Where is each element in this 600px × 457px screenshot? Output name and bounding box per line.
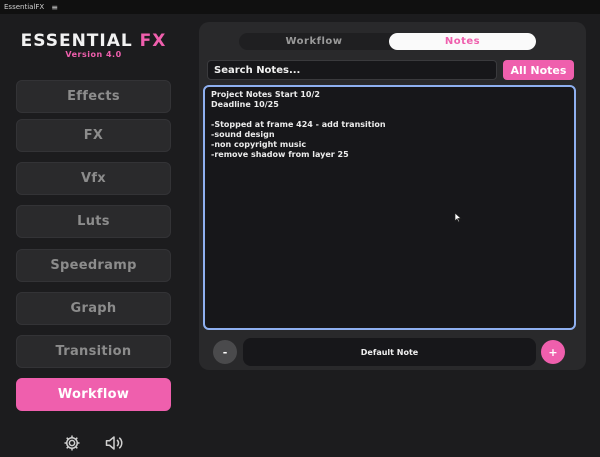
search-input[interactable]: Search Notes... xyxy=(207,60,497,80)
tab-workflow[interactable]: Workflow xyxy=(239,33,389,50)
sidebar-footer xyxy=(63,434,125,452)
window-title: EssentialFX xyxy=(4,3,45,11)
all-notes-button[interactable]: All Notes xyxy=(503,60,574,80)
note-name-field[interactable]: Default Note xyxy=(243,338,536,366)
sidebar-item-graph[interactable]: Graph xyxy=(16,292,171,325)
brand-logo: ESSENTIAL FX xyxy=(0,31,187,51)
text-cursor-icon xyxy=(454,208,462,227)
sidebar: ESSENTIAL FX Version 4.0 Effects FX Vfx … xyxy=(0,14,187,457)
note-line: -Stopped at frame 424 - add transition xyxy=(211,120,386,129)
sidebar-item-effects[interactable]: Effects xyxy=(16,80,171,113)
notes-textarea[interactable]: Project Notes Start 10/2 Deadline 10/25 -S… xyxy=(203,85,576,330)
sidebar-item-fx[interactable]: FX xyxy=(16,119,171,152)
speaker-icon[interactable] xyxy=(103,434,125,452)
title-bar: EssentialFX ≡ xyxy=(0,0,600,14)
note-line: Project Notes Start 10/2 xyxy=(211,90,320,99)
sidebar-item-speedramp[interactable]: Speedramp xyxy=(16,249,171,282)
note-line: -non copyright music xyxy=(211,140,307,149)
gear-icon[interactable] xyxy=(63,434,81,452)
note-line xyxy=(211,110,568,120)
sidebar-item-transition[interactable]: Transition xyxy=(16,335,171,368)
version-label: Version 4.0 xyxy=(65,50,122,59)
sidebar-item-luts[interactable]: Luts xyxy=(16,205,171,238)
note-line: -remove shadow from layer 25 xyxy=(211,150,349,159)
menu-icon[interactable]: ≡ xyxy=(51,3,58,12)
notes-panel: Workflow Notes Search Notes... All Notes… xyxy=(199,22,586,370)
brand-accent: FX xyxy=(139,31,167,51)
tab-notes[interactable]: Notes xyxy=(389,33,536,50)
delete-note-button[interactable]: - xyxy=(213,340,237,364)
brand-name: ESSENTIAL xyxy=(20,31,133,51)
note-line: Deadline 10/25 xyxy=(211,100,279,109)
sidebar-item-vfx[interactable]: Vfx xyxy=(16,162,171,195)
tab-bar: Workflow Notes xyxy=(239,33,536,50)
add-note-button[interactable]: + xyxy=(541,340,565,364)
note-line: -sound design xyxy=(211,130,275,139)
sidebar-item-workflow[interactable]: Workflow xyxy=(16,378,171,411)
